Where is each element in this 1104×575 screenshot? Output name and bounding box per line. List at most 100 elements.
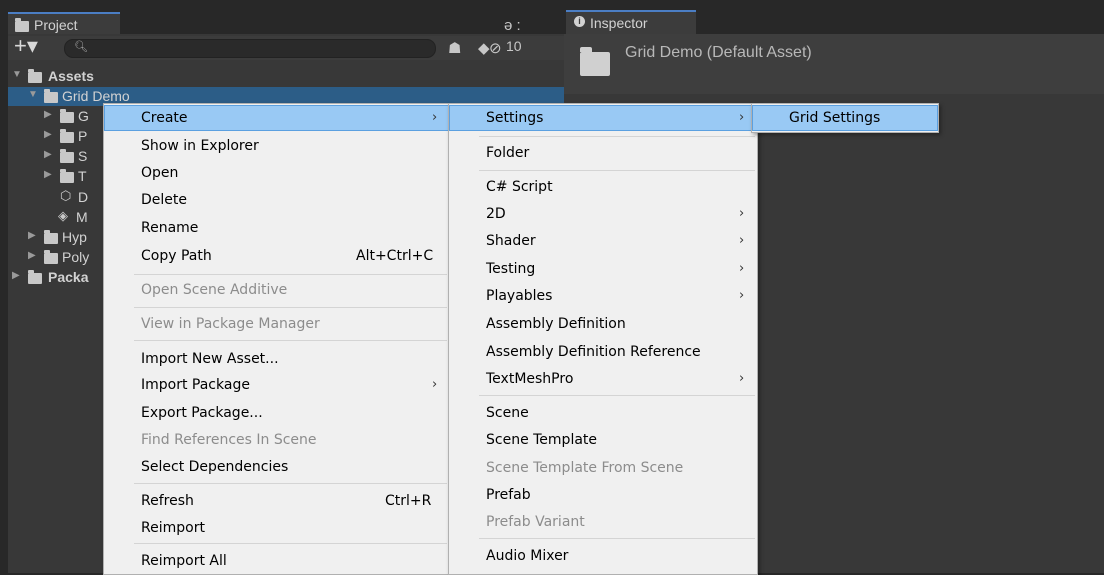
shortcut-label: Alt+Ctrl+C <box>356 248 434 264</box>
collapsed-arrow-icon[interactable]: ▶ <box>44 149 52 160</box>
prefab-icon: ⬡ <box>60 188 72 203</box>
settings-submenu: Grid Settings <box>751 103 939 133</box>
menu-item-prefab[interactable]: Prefab <box>449 482 757 508</box>
menu-item-shader[interactable]: Shader › <box>449 228 757 254</box>
folder-icon <box>60 169 74 183</box>
tree-label: Assets <box>48 68 94 84</box>
submenu-arrow-icon: › <box>432 377 438 392</box>
menu-item-audio-mixer[interactable]: Audio Mixer <box>449 543 757 569</box>
tree-label: Packa <box>48 269 89 285</box>
open-folder-icon <box>28 69 42 83</box>
menu-separator <box>134 274 447 275</box>
tab-inspector[interactable]: i Inspector <box>566 10 696 34</box>
tree-label: Hyp <box>62 229 87 245</box>
tab-project-label: Project <box>34 17 78 33</box>
collapsed-arrow-icon[interactable]: ▶ <box>44 109 52 120</box>
menu-item-select-dependencies[interactable]: Select Dependencies <box>104 454 449 480</box>
folder-icon <box>44 230 58 244</box>
menu-item-textmeshpro[interactable]: TextMeshPro › <box>449 366 757 392</box>
menu-item-settings[interactable]: Settings › <box>449 105 757 131</box>
menu-item-label: Delete <box>141 192 187 208</box>
menu-separator <box>479 170 755 171</box>
menu-item-rename[interactable]: Rename <box>104 215 449 241</box>
menu-item-copy-path[interactable]: Copy Path Alt+Ctrl+C <box>104 243 449 269</box>
menu-item-testing[interactable]: Testing › <box>449 256 757 282</box>
menu-item-scene-template-from-scene: Scene Template From Scene <box>449 455 757 481</box>
menu-item-scene[interactable]: Scene <box>449 400 757 426</box>
hidden-packages-icon[interactable]: ⊘ <box>489 39 502 57</box>
menu-item-label: Prefab Variant <box>486 514 585 530</box>
collapsed-arrow-icon[interactable]: ▶ <box>28 250 36 261</box>
project-toolbar: +▾ 🔍︎ ☗ ◆ ⊘ 10 <box>8 35 564 60</box>
menu-item-import-package[interactable]: Import Package › <box>104 372 449 398</box>
submenu-arrow-icon: › <box>739 206 745 221</box>
menu-item-find-references: Find References In Scene <box>104 427 449 453</box>
menu-item-label: Grid Settings <box>789 110 881 126</box>
menu-separator <box>134 543 447 544</box>
menu-item-reimport[interactable]: Reimport <box>104 515 449 541</box>
menu-item-show-in-explorer[interactable]: Show in Explorer <box>104 133 449 159</box>
filter-by-label-icon[interactable]: ◆ <box>478 39 490 57</box>
menu-item-label: Open Scene Additive <box>141 282 288 298</box>
menu-item-delete[interactable]: Delete <box>104 187 449 213</box>
menu-separator <box>134 340 447 341</box>
menu-item-label: Playables <box>486 288 553 304</box>
folder-icon <box>580 47 610 76</box>
menu-item-label: Scene Template From Scene <box>486 460 684 476</box>
menu-item-playables[interactable]: Playables › <box>449 283 757 309</box>
menu-item-label: Reimport All <box>141 553 227 569</box>
search-icon: 🔍︎ <box>74 41 88 53</box>
info-icon: i <box>574 16 585 27</box>
inspector-header: Grid Demo (Default Asset) <box>564 34 1104 94</box>
tree-label: S <box>78 148 88 164</box>
menu-item-label: C# Script <box>486 179 553 195</box>
menu-item-label: Export Package... <box>141 405 263 421</box>
menu-item-2d[interactable]: 2D › <box>449 201 757 227</box>
menu-item-create[interactable]: Create › <box>104 105 449 131</box>
menu-item-label: Import New Asset... <box>141 351 279 367</box>
expanded-arrow-icon[interactable]: ▼ <box>12 69 22 80</box>
menu-item-view-in-package-manager: View in Package Manager <box>104 311 449 337</box>
create-button[interactable]: +▾ <box>14 35 54 58</box>
menu-separator <box>479 395 755 396</box>
menu-item-import-new-asset[interactable]: Import New Asset... <box>104 346 449 372</box>
menu-item-label: Copy Path <box>141 248 212 264</box>
menu-item-refresh[interactable]: Refresh Ctrl+R <box>104 488 449 514</box>
tree-label: M <box>76 209 88 225</box>
tree-label: P <box>78 128 88 144</box>
menu-item-label: Prefab <box>486 487 531 503</box>
menu-item-reimport-all[interactable]: Reimport All <box>104 548 449 574</box>
folder-icon <box>60 149 74 163</box>
menu-item-label: Audio Mixer <box>486 548 569 564</box>
menu-item-open[interactable]: Open <box>104 160 449 186</box>
collapsed-arrow-icon[interactable]: ▶ <box>28 230 36 241</box>
collapsed-arrow-icon[interactable]: ▶ <box>44 169 52 180</box>
collapsed-arrow-icon[interactable]: ▶ <box>12 270 20 281</box>
menu-separator <box>479 136 755 137</box>
submenu-arrow-icon: › <box>739 288 745 303</box>
menu-item-scene-template[interactable]: Scene Template <box>449 427 757 453</box>
scene-icon: ◈ <box>58 208 68 223</box>
menu-item-label: View in Package Manager <box>141 316 320 332</box>
menu-item-label: Rename <box>141 220 199 236</box>
menu-item-csharp-script[interactable]: C# Script <box>449 174 757 200</box>
tree-item-assets[interactable]: ▼ Assets <box>8 67 564 86</box>
menu-item-assembly-definition-reference[interactable]: Assembly Definition Reference <box>449 339 757 365</box>
tree-label: T <box>78 168 87 184</box>
menu-item-label: Shader <box>486 233 536 249</box>
search-input[interactable]: 🔍︎ <box>64 39 436 58</box>
menu-separator <box>134 483 447 484</box>
menu-item-grid-settings[interactable]: Grid Settings <box>752 105 938 131</box>
folder-icon <box>60 109 74 123</box>
collapsed-arrow-icon[interactable]: ▶ <box>44 129 52 140</box>
expanded-arrow-icon[interactable]: ▼ <box>28 89 38 100</box>
menu-item-label: Refresh <box>141 493 194 509</box>
tab-project[interactable]: Project <box>8 12 120 34</box>
tab-menu-icon[interactable]: ə : <box>504 17 521 34</box>
menu-item-folder[interactable]: Folder <box>449 140 757 166</box>
menu-item-label: Settings <box>486 110 544 126</box>
filter-by-type-icon[interactable]: ☗ <box>448 39 461 57</box>
submenu-arrow-icon: › <box>739 371 745 386</box>
menu-item-export-package[interactable]: Export Package... <box>104 400 449 426</box>
menu-item-assembly-definition[interactable]: Assembly Definition <box>449 311 757 337</box>
